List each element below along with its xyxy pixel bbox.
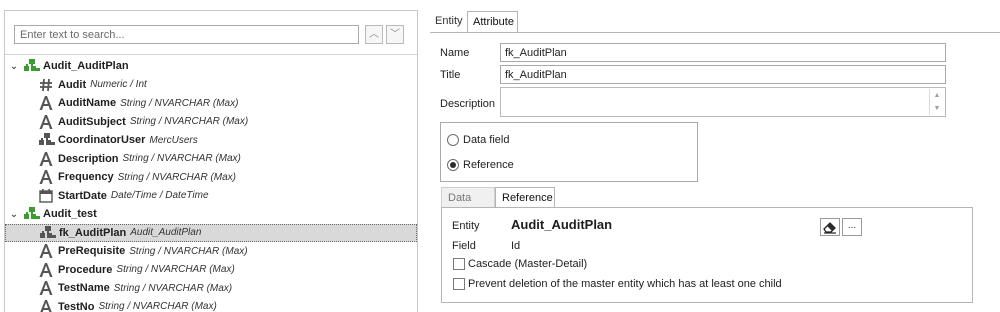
tree-item-type: String / NVARCHAR (Max)	[113, 282, 233, 294]
text-a-icon	[38, 299, 55, 312]
tree-item[interactable]: Frequency String / NVARCHAR (Max)	[5, 168, 417, 186]
tree-group[interactable]: ⌄ Audit_test	[5, 205, 417, 223]
text-a-icon	[38, 114, 55, 130]
subtab-reference[interactable]: Reference	[495, 187, 555, 208]
tree-item[interactable]: TestName String / NVARCHAR (Max)	[5, 279, 417, 297]
tree-group[interactable]: ⌄ Audit_AuditPlan	[5, 57, 417, 75]
text-a-icon	[38, 95, 55, 111]
tree-item[interactable]: StartDate Date/Time / DateTime	[5, 187, 417, 205]
description-field[interactable]: ▲ ▼	[500, 87, 946, 117]
text-a-icon	[38, 262, 55, 278]
search-input[interactable]	[14, 25, 359, 44]
radio-data-field-label: Data field	[463, 134, 510, 146]
tree-item-type: String / NVARCHAR (Max)	[129, 245, 248, 257]
entity-icon	[23, 58, 40, 74]
tree-item-name: AuditName	[58, 97, 117, 109]
tab-attribute[interactable]: Attribute	[467, 11, 518, 33]
tree-item[interactable]: AuditName String / NVARCHAR (Max)	[5, 94, 417, 112]
text-a-icon	[38, 151, 55, 167]
ref-entity-label: Entity	[452, 220, 480, 232]
prevent-deletion-checkbox-box[interactable]	[453, 278, 465, 290]
clear-reference-button[interactable]	[820, 218, 840, 236]
chevron-down-icon[interactable]: ⌄	[5, 209, 23, 220]
radio-reference[interactable]: Reference	[447, 159, 514, 171]
tree-item[interactable]: PreRequisite String / NVARCHAR (Max)	[5, 242, 417, 260]
reference-icon	[38, 132, 55, 148]
tab-entity[interactable]: Entity	[430, 11, 466, 33]
text-a-icon	[38, 280, 55, 296]
radio-reference-label: Reference	[463, 159, 514, 171]
tree-item-type: String / NVARCHAR (Max)	[129, 116, 249, 127]
title-label: Title	[440, 69, 461, 81]
radio-circle-data-field[interactable]	[447, 134, 459, 146]
description-label: Description	[440, 98, 496, 110]
tree-item[interactable]: AuditSubject String / NVARCHAR (Max)	[5, 113, 417, 131]
search-prev-button[interactable]: ︿	[365, 25, 383, 44]
chevron-down-icon[interactable]: ⌄	[5, 61, 23, 72]
browse-entity-button[interactable]: ...	[842, 218, 862, 236]
subtab-data-field[interactable]: Data field	[441, 187, 495, 224]
tree-item-type: String / NVARCHAR (Max)	[120, 97, 239, 109]
cascade-checkbox-box[interactable]	[453, 258, 465, 270]
tree-item-type: Audit_AuditPlan	[130, 227, 202, 238]
tree-item-name: PreRequisite	[58, 245, 126, 257]
scroll-down-icon[interactable]: ▼	[930, 102, 944, 115]
tree-item-name: TestNo	[58, 300, 95, 312]
search-next-button[interactable]: ﹀	[386, 25, 404, 44]
tree-group-label: Audit_test	[43, 208, 97, 220]
text-a-icon	[38, 169, 55, 185]
tree-item-name: CoordinatorUser	[58, 134, 146, 146]
text-a-icon	[38, 243, 55, 259]
tree-item[interactable]: TestNo String / NVARCHAR (Max)	[5, 298, 417, 312]
tree-item-type: MercUsers	[149, 134, 198, 146]
radio-circle-reference[interactable]	[447, 159, 459, 171]
tab-divider	[430, 32, 1000, 33]
tree-item[interactable]: Description String / NVARCHAR (Max)	[5, 150, 417, 168]
tree-item-name: Frequency	[58, 171, 114, 183]
reference-icon	[39, 225, 56, 241]
entity-icon	[23, 206, 40, 222]
prevent-deletion-checkbox-label: Prevent deletion of the master entity wh…	[468, 278, 782, 290]
tree-group-label: Audit_AuditPlan	[43, 60, 129, 72]
attribute-kind-group: Data field Reference	[440, 122, 698, 182]
search-bar: ︿ ﹀	[5, 11, 417, 55]
tree-item[interactable]: CoordinatorUser MercUsers	[5, 131, 417, 149]
tree-item-name: Audit	[58, 78, 87, 91]
radio-data-field[interactable]: Data field	[447, 134, 509, 146]
cascade-checkbox-label: Cascade (Master-Detail)	[468, 258, 588, 270]
tree-item-selected[interactable]: fk_AuditPlan Audit_AuditPlan	[5, 223, 417, 242]
tree-item[interactable]: Procedure String / NVARCHAR (Max)	[5, 261, 417, 279]
calendar-icon	[38, 188, 55, 204]
chevron-up-icon: ︿	[369, 29, 379, 40]
name-label: Name	[440, 47, 470, 59]
tree-item-name: Procedure	[58, 263, 113, 276]
chevron-down-icon: ﹀	[390, 29, 400, 40]
tree-item-name: AuditSubject	[58, 115, 126, 128]
schema-tree-panel: ︿ ﹀ ⌄Audit_AuditPlanAuditNumeric / IntAu…	[4, 10, 418, 312]
tree-item-type: String / NVARCHAR (Max)	[98, 301, 217, 312]
name-field[interactable]	[500, 43, 946, 62]
tree-item-name: fk_AuditPlan	[59, 226, 127, 239]
title-field[interactable]	[500, 65, 946, 84]
tree-item-name: StartDate	[58, 189, 107, 202]
description-scrollbar[interactable]: ▲ ▼	[929, 89, 944, 115]
tree-item-type: String / NVARCHAR (Max)	[116, 264, 235, 275]
cascade-checkbox[interactable]: Cascade (Master-Detail)	[453, 258, 587, 270]
tree-item-type: Numeric / Int	[90, 79, 147, 90]
ref-field-label: Field	[452, 240, 476, 252]
ref-entity-value: Audit_AuditPlan	[511, 217, 613, 232]
eraser-icon	[823, 222, 836, 234]
ref-field-value: Id	[511, 240, 521, 252]
tree-item-name: TestName	[58, 282, 110, 294]
hash-icon	[38, 77, 55, 93]
prevent-deletion-checkbox[interactable]: Prevent deletion of the master entity wh…	[453, 278, 782, 290]
tree-item-name: Description	[58, 152, 119, 165]
tree-item[interactable]: Audit Numeric / Int	[5, 76, 417, 94]
tree-item-type: Date/Time / DateTime	[110, 190, 209, 201]
tree-item-type: String / NVARCHAR (Max)	[117, 171, 236, 183]
scroll-up-icon[interactable]: ▲	[930, 89, 944, 102]
tree-item-type: String / NVARCHAR (Max)	[122, 153, 241, 164]
